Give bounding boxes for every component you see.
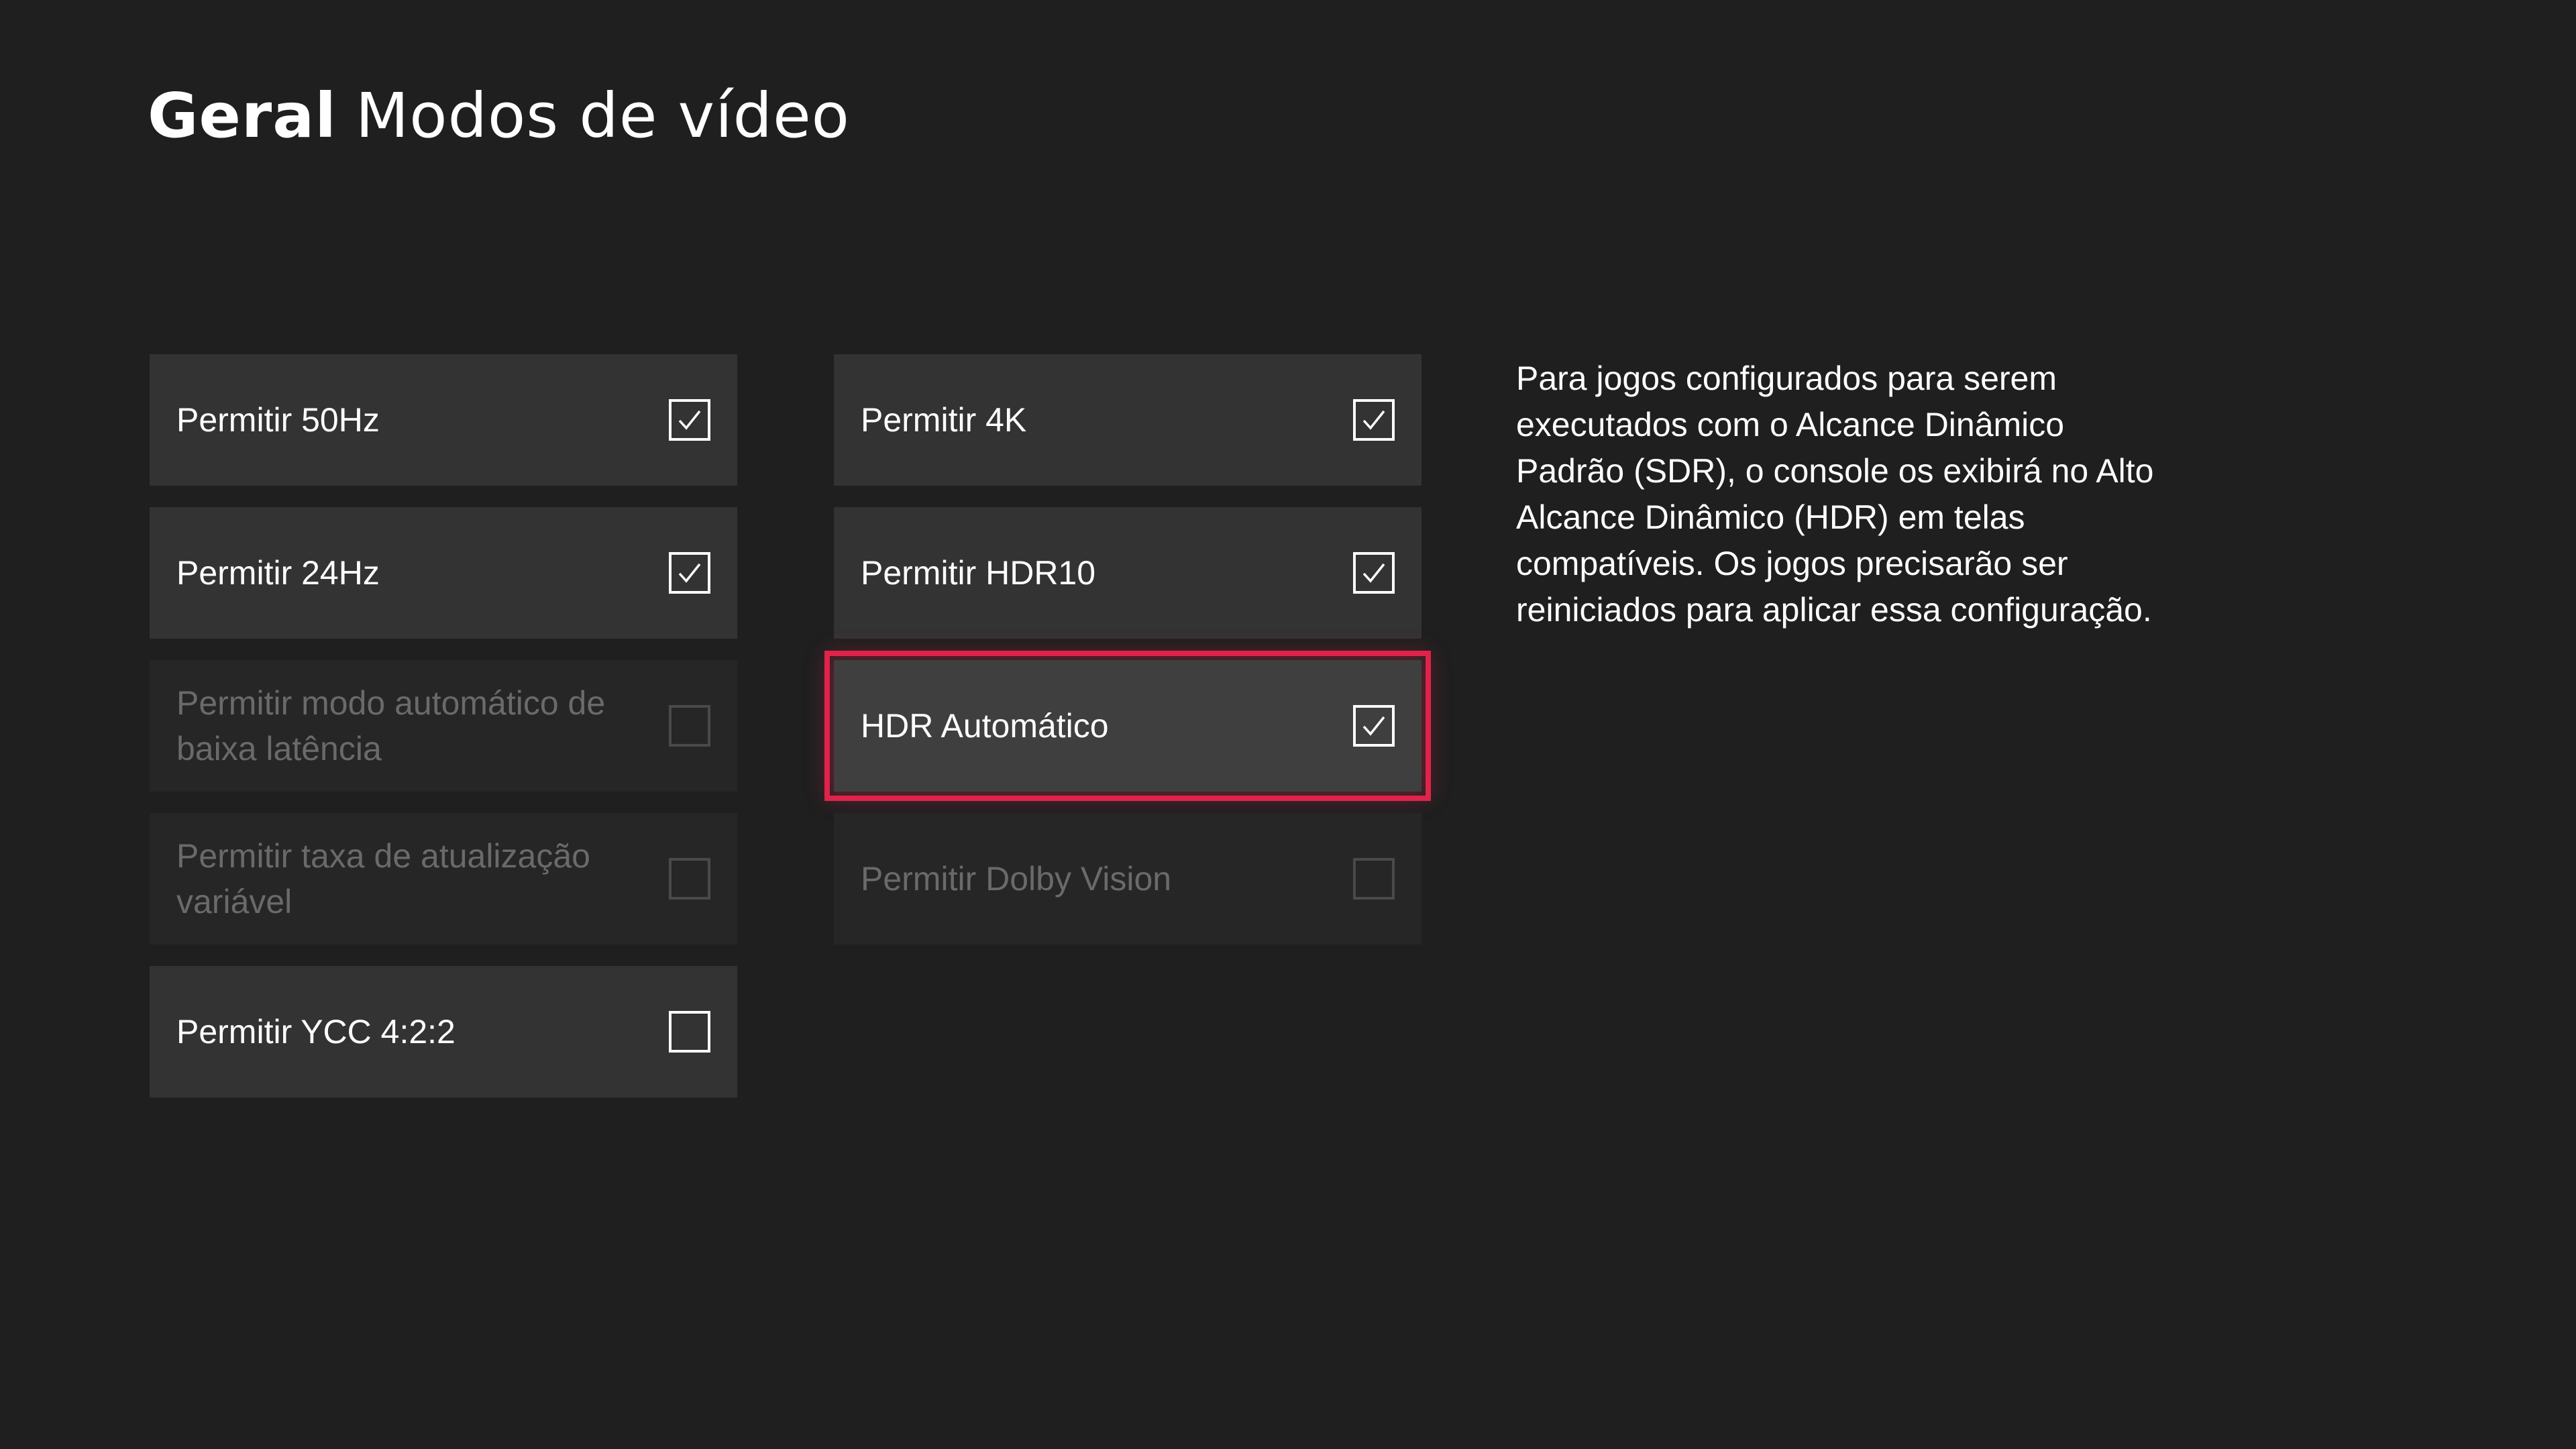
section-title: Geral: [148, 80, 337, 152]
option-label: Permitir 24Hz: [176, 554, 380, 592]
checkbox[interactable]: [669, 1011, 710, 1053]
option-allow-50hz[interactable]: Permitir 50Hz: [150, 354, 737, 486]
checkmark-icon: [1362, 716, 1385, 736]
option-label: HDR Automático: [861, 707, 1109, 745]
checkbox: [669, 705, 710, 747]
option-allow-hdr10[interactable]: Permitir HDR10: [834, 507, 1421, 639]
checkmark-icon: [678, 410, 701, 430]
checkmark-icon: [1362, 410, 1385, 430]
option-label: Permitir taxa de atualização variável: [176, 837, 590, 920]
page-title: Geral Modos de vídeo: [148, 79, 850, 153]
checkmark-icon: [1362, 563, 1385, 583]
option-label: Permitir HDR10: [861, 554, 1096, 592]
checkbox[interactable]: [669, 552, 710, 594]
checkbox[interactable]: [1353, 705, 1395, 747]
option-label: Permitir modo automático de baixa latênc…: [176, 684, 606, 767]
page-subtitle: Modos de vídeo: [355, 80, 850, 152]
option-label: Permitir YCC 4:2:2: [176, 1013, 455, 1051]
options-column-left: Permitir 50Hz Permitir 24Hz Permitir mod…: [150, 354, 737, 1119]
option-description: Para jogos configurados para serem execu…: [1516, 360, 2154, 629]
checkbox: [1353, 858, 1395, 900]
option-auto-hdr[interactable]: HDR Automático: [824, 651, 1431, 801]
option-label: Permitir Dolby Vision: [861, 860, 1172, 898]
checkbox: [669, 858, 710, 900]
checkbox[interactable]: [1353, 552, 1395, 594]
checkbox[interactable]: [1353, 399, 1395, 441]
checkbox[interactable]: [669, 399, 710, 441]
option-allow-ycc-422[interactable]: Permitir YCC 4:2:2: [150, 966, 737, 1097]
checkmark-icon: [678, 563, 701, 583]
option-allow-dolby-vision: Permitir Dolby Vision: [834, 813, 1421, 945]
option-allow-24hz[interactable]: Permitir 24Hz: [150, 507, 737, 639]
option-label: Permitir 4K: [861, 401, 1027, 439]
option-label: Permitir 50Hz: [176, 401, 380, 439]
option-allow-auto-low-latency: Permitir modo automático de baixa latênc…: [150, 660, 737, 792]
option-allow-4k[interactable]: Permitir 4K: [834, 354, 1421, 486]
option-allow-variable-refresh-rate: Permitir taxa de atualização variável: [150, 813, 737, 945]
options-column-right: Permitir 4K Permitir HDR10 HDR Automátic…: [824, 354, 1431, 966]
